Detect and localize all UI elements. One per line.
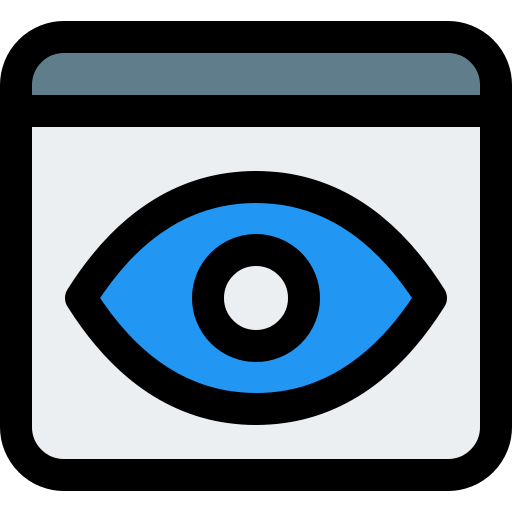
icon-canvas (0, 21, 512, 491)
eye-pupil (192, 234, 320, 362)
browser-window-eye-icon (0, 0, 512, 512)
